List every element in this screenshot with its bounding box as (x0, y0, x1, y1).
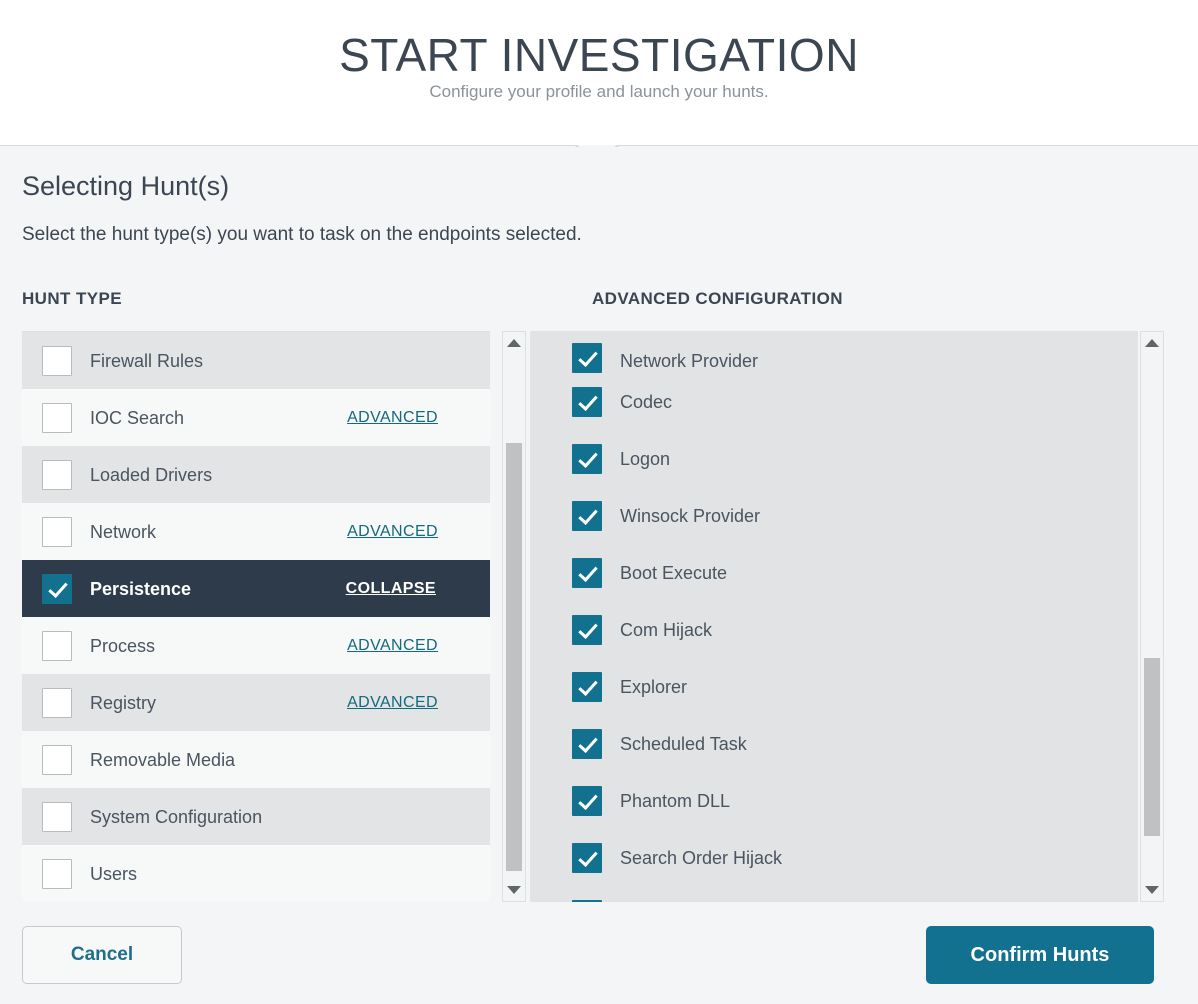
hunt-type-label: IOC Search (90, 406, 184, 430)
hunt-type-label: Registry (90, 691, 156, 715)
advanced-config-label: Network Provider (620, 349, 758, 373)
hunt-type-checkbox[interactable] (42, 403, 72, 433)
advanced-config-checkbox[interactable] (572, 501, 602, 531)
advanced-link[interactable]: ADVANCED (347, 637, 438, 655)
advanced-config-checkbox[interactable] (572, 843, 602, 873)
advanced-config-label: Explorer (620, 675, 687, 699)
hunt-type-row[interactable]: Firewall Rules (22, 332, 490, 389)
hunt-type-checkbox[interactable] (42, 859, 72, 889)
hunt-type-row[interactable]: Loaded Drivers (22, 446, 490, 503)
advanced-config-label: Logon (620, 447, 670, 471)
selected-row-pointer-icon (489, 571, 490, 605)
advanced-configuration-column-header: ADVANCED CONFIGURATION (592, 288, 843, 310)
hunt-type-row[interactable]: Removable Media (22, 731, 490, 788)
scroll-up-arrow-icon[interactable] (1141, 332, 1163, 354)
cancel-button[interactable]: Cancel (22, 926, 182, 984)
hunt-list-scrollbar-thumb[interactable] (505, 442, 523, 872)
hunt-type-label: System Configuration (90, 805, 262, 829)
advanced-config-checkbox[interactable] (572, 558, 602, 588)
advanced-link[interactable]: ADVANCED (347, 409, 438, 427)
advanced-config-row[interactable]: Network Provider (530, 331, 1138, 373)
dialog-body: Selecting Hunt(s) Select the hunt type(s… (0, 147, 1198, 910)
hunt-type-row[interactable]: Persistence COLLAPSE (22, 560, 490, 617)
advanced-config-checkbox[interactable] (572, 672, 602, 702)
advanced-config-row[interactable]: Scheduled Task (530, 715, 1138, 772)
hunt-type-checkbox[interactable] (42, 574, 72, 604)
scroll-down-arrow-icon[interactable] (503, 879, 525, 901)
advanced-config-checkbox[interactable] (572, 729, 602, 759)
advanced-link[interactable]: ADVANCED (347, 523, 438, 541)
advanced-config-row[interactable]: Logon (530, 430, 1138, 487)
hunt-type-checkbox[interactable] (42, 460, 72, 490)
hunt-type-row[interactable]: Registry ADVANCED (22, 674, 490, 731)
advanced-config-row[interactable]: Boot Execute (530, 544, 1138, 601)
section-description: Select the hunt type(s) you want to task… (22, 222, 582, 248)
start-investigation-dialog: START INVESTIGATION Configure your profi… (0, 0, 1198, 1004)
collapse-link[interactable]: COLLAPSE (346, 580, 436, 598)
scroll-up-arrow-icon[interactable] (503, 332, 525, 354)
hunt-type-row[interactable]: IOC Search ADVANCED (22, 389, 490, 446)
advanced-config-scrollbar-thumb[interactable] (1143, 657, 1161, 837)
advanced-config-label: Com Hijack (620, 618, 712, 642)
hunt-type-label: Users (90, 862, 137, 886)
advanced-config-label: Search Order Hijack (620, 846, 782, 870)
advanced-config-checkbox[interactable] (572, 786, 602, 816)
dialog-header: START INVESTIGATION Configure your profi… (0, 0, 1198, 146)
hunt-type-label: Loaded Drivers (90, 463, 212, 487)
section-title: Selecting Hunt(s) (22, 169, 229, 203)
hunt-type-row[interactable]: System Configuration (22, 788, 490, 845)
advanced-config-checkbox[interactable] (572, 387, 602, 417)
hunt-type-checkbox[interactable] (42, 517, 72, 547)
advanced-config-row[interactable] (530, 886, 1138, 902)
advanced-config-row[interactable]: Phantom DLL (530, 772, 1138, 829)
advanced-link[interactable]: ADVANCED (347, 694, 438, 712)
advanced-config-label: Winsock Provider (620, 504, 760, 528)
advanced-config-scrollbar[interactable] (1140, 331, 1164, 902)
hunt-type-label: Persistence (90, 577, 191, 601)
advanced-config-checkbox[interactable] (572, 900, 602, 903)
advanced-config-label: Scheduled Task (620, 732, 747, 756)
hunt-type-checkbox[interactable] (42, 688, 72, 718)
advanced-configuration-panel[interactable]: Network Provider Codec Logon Winsock Provid… (530, 331, 1138, 902)
hunt-type-row[interactable]: Process ADVANCED (22, 617, 490, 674)
confirm-hunts-button[interactable]: Confirm Hunts (926, 926, 1154, 984)
advanced-config-row[interactable]: Explorer (530, 658, 1138, 715)
hunt-list-scrollbar[interactable] (502, 331, 526, 902)
hunt-type-label: Removable Media (90, 748, 235, 772)
dialog-footer: Cancel Confirm Hunts (0, 910, 1198, 1004)
advanced-config-checkbox[interactable] (572, 615, 602, 645)
advanced-config-row[interactable]: Winsock Provider (530, 487, 1138, 544)
hunt-type-label: Firewall Rules (90, 349, 203, 373)
hunt-type-label: Process (90, 634, 155, 658)
hunt-type-checkbox[interactable] (42, 745, 72, 775)
advanced-config-label: Codec (620, 390, 672, 414)
advanced-config-row[interactable]: Search Order Hijack (530, 829, 1138, 886)
hunt-type-row[interactable]: Network ADVANCED (22, 503, 490, 560)
hunt-type-row[interactable]: Users (22, 845, 490, 902)
hunt-type-checkbox[interactable] (42, 631, 72, 661)
hunt-type-checkbox[interactable] (42, 802, 72, 832)
advanced-config-row[interactable]: Codec (530, 373, 1138, 430)
page-title: START INVESTIGATION (0, 27, 1198, 83)
scroll-down-arrow-icon[interactable] (1141, 879, 1163, 901)
advanced-config-label: Phantom DLL (620, 789, 730, 813)
hunt-type-column-header: HUNT TYPE (22, 288, 122, 310)
advanced-config-label: Boot Execute (620, 561, 727, 585)
hunt-type-list[interactable]: Firewall Rules IOC Search ADVANCED Loaded D… (22, 331, 490, 902)
hunt-type-label: Network (90, 520, 156, 544)
page-subtitle: Configure your profile and launch your h… (0, 81, 1198, 103)
advanced-config-checkbox[interactable] (572, 343, 602, 373)
advanced-config-checkbox[interactable] (572, 444, 602, 474)
advanced-config-row[interactable]: Com Hijack (530, 601, 1138, 658)
hunt-type-checkbox[interactable] (42, 346, 72, 376)
